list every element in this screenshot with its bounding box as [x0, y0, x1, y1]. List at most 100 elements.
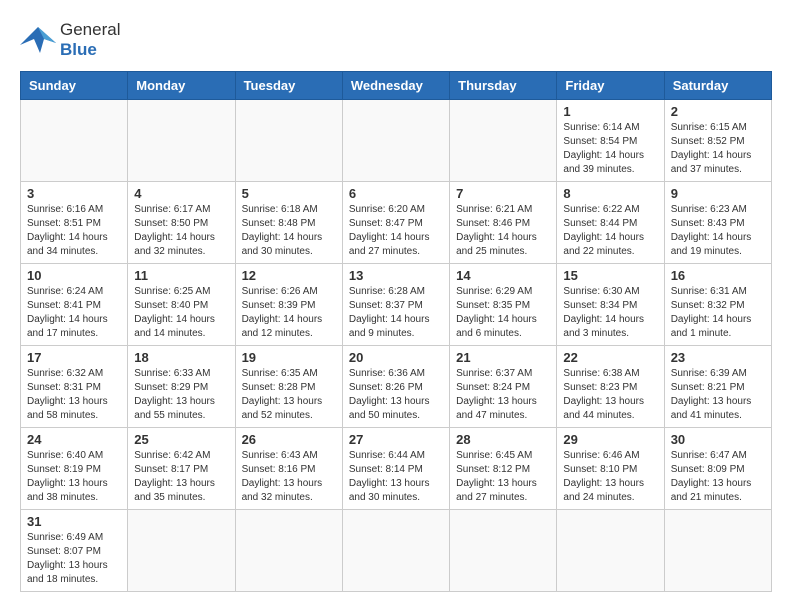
calendar-cell: 25 Sunrise: 6:42 AM Sunset: 8:17 PM Dayli… — [128, 427, 235, 509]
day-number: 9 — [671, 186, 765, 201]
calendar-week-row: 31Sunrise: 6:49 AM Sunset: 8:07 PM Dayli… — [21, 509, 772, 591]
calendar-cell — [128, 99, 235, 181]
day-number: 17 — [27, 350, 121, 365]
calendar-cell: 29 Sunrise: 6:46 AM Sunset: 8:10 PM Dayli… — [557, 427, 664, 509]
day-number: 18 — [134, 350, 228, 365]
calendar-week-row: 10 Sunrise: 6:24 AM Sunset: 8:41 PM Dayli… — [21, 263, 772, 345]
day-number: 3 — [27, 186, 121, 201]
day-number: 23 — [671, 350, 765, 365]
calendar-cell: 1 Sunrise: 6:14 AM Sunset: 8:54 PM Daylig… — [557, 99, 664, 181]
day-number: 16 — [671, 268, 765, 283]
day-number: 15 — [563, 268, 657, 283]
calendar-cell — [342, 509, 449, 591]
calendar-week-row: 24 Sunrise: 6:40 AM Sunset: 8:19 PM Dayli… — [21, 427, 772, 509]
day-info: Sunrise: 6:28 AM Sunset: 8:37 PM Dayligh… — [349, 285, 443, 341]
weekday-header: Sunday — [21, 71, 128, 99]
header: General Blue — [20, 20, 772, 61]
calendar-cell: 9 Sunrise: 6:23 AM Sunset: 8:43 PM Daylig… — [664, 181, 771, 263]
calendar-cell — [450, 99, 557, 181]
day-info: Sunrise: 6:22 AM Sunset: 8:44 PM Dayligh… — [563, 203, 657, 259]
weekday-header: Monday — [128, 71, 235, 99]
day-info: Sunrise: 6:16 AM Sunset: 8:51 PM Dayligh… — [27, 203, 121, 259]
day-info: Sunrise: 6:45 AM Sunset: 8:12 PM Dayligh… — [456, 449, 550, 505]
day-info: Sunrise: 6:38 AM Sunset: 8:23 PM Dayligh… — [563, 367, 657, 423]
calendar-cell: 4Sunrise: 6:17 AM Sunset: 8:50 PM Daylig… — [128, 181, 235, 263]
calendar-cell — [664, 509, 771, 591]
day-info: Sunrise: 6:30 AM Sunset: 8:34 PM Dayligh… — [563, 285, 657, 341]
day-info: Sunrise: 6:18 AM Sunset: 8:48 PM Dayligh… — [242, 203, 336, 259]
calendar-cell: 17 Sunrise: 6:32 AM Sunset: 8:31 PM Dayli… — [21, 345, 128, 427]
day-number: 5 — [242, 186, 336, 201]
calendar-cell: 26 Sunrise: 6:43 AM Sunset: 8:16 PM Dayli… — [235, 427, 342, 509]
weekday-header: Thursday — [450, 71, 557, 99]
day-number: 21 — [456, 350, 550, 365]
calendar-cell: 28 Sunrise: 6:45 AM Sunset: 8:12 PM Dayli… — [450, 427, 557, 509]
calendar-cell — [557, 509, 664, 591]
day-info: Sunrise: 6:15 AM Sunset: 8:52 PM Dayligh… — [671, 121, 765, 177]
day-number: 12 — [242, 268, 336, 283]
day-info: Sunrise: 6:43 AM Sunset: 8:16 PM Dayligh… — [242, 449, 336, 505]
calendar-cell: 14 Sunrise: 6:29 AM Sunset: 8:35 PM Dayli… — [450, 263, 557, 345]
calendar-cell: 30 Sunrise: 6:47 AM Sunset: 8:09 PM Dayli… — [664, 427, 771, 509]
day-number: 30 — [671, 432, 765, 447]
day-info: Sunrise: 6:25 AM Sunset: 8:40 PM Dayligh… — [134, 285, 228, 341]
day-info: Sunrise: 6:21 AM Sunset: 8:46 PM Dayligh… — [456, 203, 550, 259]
calendar-cell: 31Sunrise: 6:49 AM Sunset: 8:07 PM Dayli… — [21, 509, 128, 591]
calendar-cell: 20 Sunrise: 6:36 AM Sunset: 8:26 PM Dayli… — [342, 345, 449, 427]
weekday-header-row: SundayMondayTuesdayWednesdayThursdayFrid… — [21, 71, 772, 99]
calendar-cell — [342, 99, 449, 181]
day-info: Sunrise: 6:40 AM Sunset: 8:19 PM Dayligh… — [27, 449, 121, 505]
day-number: 6 — [349, 186, 443, 201]
calendar-cell: 27 Sunrise: 6:44 AM Sunset: 8:14 PM Dayli… — [342, 427, 449, 509]
day-number: 28 — [456, 432, 550, 447]
day-number: 20 — [349, 350, 443, 365]
day-info: Sunrise: 6:35 AM Sunset: 8:28 PM Dayligh… — [242, 367, 336, 423]
day-number: 31 — [27, 514, 121, 529]
day-number: 1 — [563, 104, 657, 119]
calendar-cell: 24 Sunrise: 6:40 AM Sunset: 8:19 PM Dayli… — [21, 427, 128, 509]
day-number: 11 — [134, 268, 228, 283]
day-info: Sunrise: 6:42 AM Sunset: 8:17 PM Dayligh… — [134, 449, 228, 505]
day-info: Sunrise: 6:32 AM Sunset: 8:31 PM Dayligh… — [27, 367, 121, 423]
calendar-week-row: 17 Sunrise: 6:32 AM Sunset: 8:31 PM Dayli… — [21, 345, 772, 427]
day-info: Sunrise: 6:31 AM Sunset: 8:32 PM Dayligh… — [671, 285, 765, 341]
day-number: 24 — [27, 432, 121, 447]
day-info: Sunrise: 6:46 AM Sunset: 8:10 PM Dayligh… — [563, 449, 657, 505]
day-number: 26 — [242, 432, 336, 447]
calendar-cell: 19Sunrise: 6:35 AM Sunset: 8:28 PM Dayli… — [235, 345, 342, 427]
day-info: Sunrise: 6:39 AM Sunset: 8:21 PM Dayligh… — [671, 367, 765, 423]
day-number: 13 — [349, 268, 443, 283]
day-info: Sunrise: 6:14 AM Sunset: 8:54 PM Dayligh… — [563, 121, 657, 177]
calendar-cell — [21, 99, 128, 181]
calendar-week-row: 3 Sunrise: 6:16 AM Sunset: 8:51 PM Daylig… — [21, 181, 772, 263]
calendar: SundayMondayTuesdayWednesdayThursdayFrid… — [20, 71, 772, 592]
calendar-cell: 16 Sunrise: 6:31 AM Sunset: 8:32 PM Dayli… — [664, 263, 771, 345]
day-info: Sunrise: 6:24 AM Sunset: 8:41 PM Dayligh… — [27, 285, 121, 341]
day-number: 29 — [563, 432, 657, 447]
day-info: Sunrise: 6:44 AM Sunset: 8:14 PM Dayligh… — [349, 449, 443, 505]
calendar-week-row: 1 Sunrise: 6:14 AM Sunset: 8:54 PM Daylig… — [21, 99, 772, 181]
day-info: Sunrise: 6:26 AM Sunset: 8:39 PM Dayligh… — [242, 285, 336, 341]
calendar-cell — [235, 509, 342, 591]
calendar-cell: 10 Sunrise: 6:24 AM Sunset: 8:41 PM Dayli… — [21, 263, 128, 345]
logo-text: General Blue — [60, 20, 120, 61]
day-number: 25 — [134, 432, 228, 447]
day-number: 10 — [27, 268, 121, 283]
day-info: Sunrise: 6:36 AM Sunset: 8:26 PM Dayligh… — [349, 367, 443, 423]
calendar-cell: 22Sunrise: 6:38 AM Sunset: 8:23 PM Dayli… — [557, 345, 664, 427]
weekday-header: Tuesday — [235, 71, 342, 99]
weekday-header: Wednesday — [342, 71, 449, 99]
day-info: Sunrise: 6:29 AM Sunset: 8:35 PM Dayligh… — [456, 285, 550, 341]
calendar-cell: 15 Sunrise: 6:30 AM Sunset: 8:34 PM Dayli… — [557, 263, 664, 345]
calendar-cell: 5 Sunrise: 6:18 AM Sunset: 8:48 PM Daylig… — [235, 181, 342, 263]
logo: General Blue — [20, 20, 120, 61]
day-number: 4 — [134, 186, 228, 201]
logo-icon — [20, 25, 56, 55]
day-number: 14 — [456, 268, 550, 283]
day-number: 2 — [671, 104, 765, 119]
day-info: Sunrise: 6:23 AM Sunset: 8:43 PM Dayligh… — [671, 203, 765, 259]
day-number: 27 — [349, 432, 443, 447]
weekday-header: Saturday — [664, 71, 771, 99]
day-info: Sunrise: 6:47 AM Sunset: 8:09 PM Dayligh… — [671, 449, 765, 505]
calendar-cell: 21Sunrise: 6:37 AM Sunset: 8:24 PM Dayli… — [450, 345, 557, 427]
